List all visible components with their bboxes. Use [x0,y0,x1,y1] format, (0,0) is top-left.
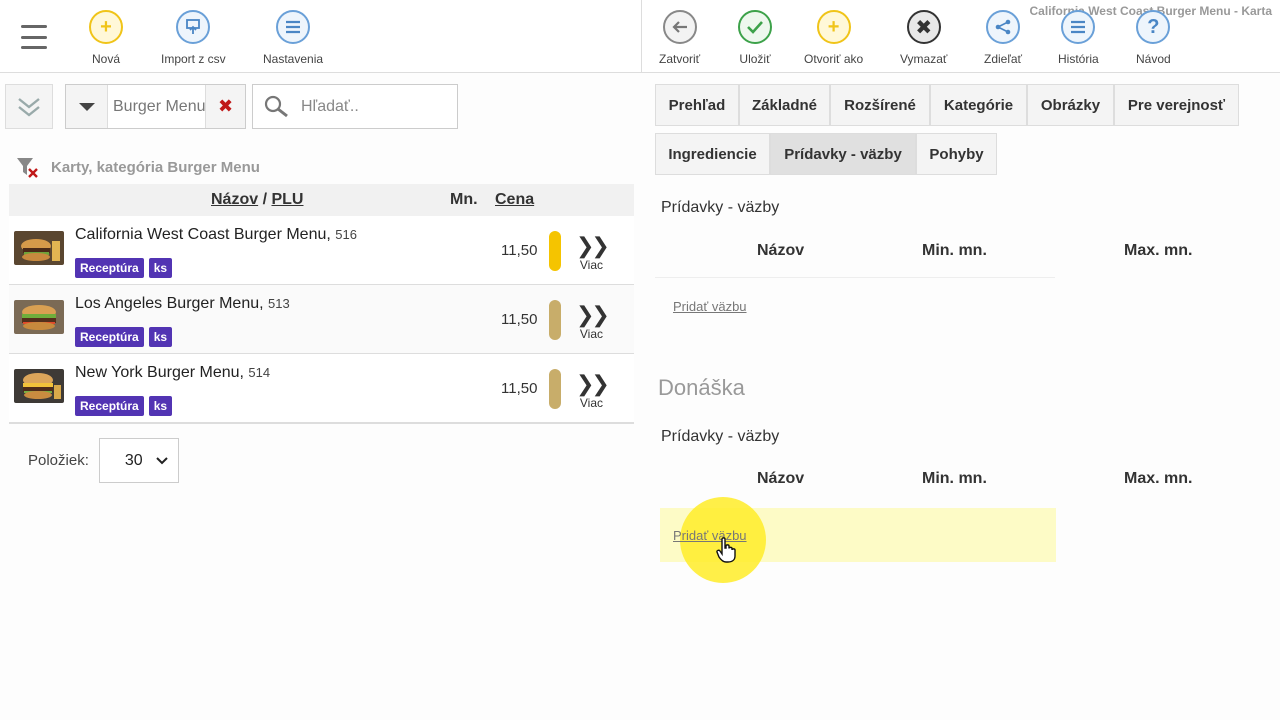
category-dropdown-toggle[interactable] [66,85,108,128]
recipe-badge: Receptúra [75,396,144,416]
tab-public[interactable]: Pre verejnosť [1114,84,1239,126]
delivery-addons-label: Prídavky - väzby [661,428,780,445]
history-list-icon [1061,10,1096,44]
save-button[interactable]: Uložiť [738,10,772,66]
left-toolbar: + Nová Import z csv Nastavenia [0,0,641,73]
list-divider [9,423,634,424]
hamburger-menu-icon[interactable] [16,22,52,52]
delivery-section-title: Donáška [658,375,745,400]
help-icon: ? [1136,10,1171,44]
delivery-addons-table-header: Názov Min. mn. Max. mn. [757,470,1193,487]
header-separator: / [262,191,268,208]
addons-table-header: Názov Min. mn. Max. mn. [757,242,1193,259]
more-button[interactable]: ❯❯ Viac [576,302,610,342]
new-button[interactable]: + Nová [89,10,123,66]
tab-addons-links[interactable]: Prídavky - väzby [770,133,916,175]
import-csv-button[interactable]: Import z csv [161,10,226,66]
list-header: Názov / PLU Mn. Cena [9,184,634,216]
item-name: New York Burger Menu, 514 [75,364,271,381]
import-icon [176,10,211,44]
more-button[interactable]: ❯❯ Viac [576,371,610,411]
clear-category-button[interactable]: ✖ [205,85,245,128]
burger-thumbnail [14,300,64,334]
item-color-bar [549,231,561,271]
category-value[interactable]: Burger Menu [108,85,205,128]
item-color-bar [549,300,561,340]
plus-icon: + [816,10,851,44]
plus-icon: + [89,10,123,44]
tab-overview[interactable]: Prehľad [655,84,739,126]
list-title-text: Karty, kategória Burger Menu [51,158,260,176]
page-size-select[interactable]: 30 [98,438,179,483]
burger-thumbnail [14,369,64,403]
caret-down-icon [78,102,95,111]
sort-by-price-link[interactable]: Cena [495,191,534,209]
page-size-control: Položiek: 30 [28,438,179,483]
settings-button[interactable]: Nastavenia [263,10,323,66]
item-plu: 516 [335,227,357,242]
item-plu: 513 [268,296,290,311]
hand-pointer-icon [716,537,736,568]
search-input[interactable] [301,97,451,116]
open-as-button[interactable]: + Otvoriť ako [804,10,863,66]
help-button[interactable]: ? Návod [1136,10,1171,66]
list-title: Karty, kategória Burger Menu [13,155,260,179]
tab-basic[interactable]: Základné [739,84,830,126]
unit-badge: ks [148,258,173,278]
history-button[interactable]: História [1058,10,1099,66]
check-icon [738,10,772,44]
more-button[interactable]: ❯❯ Viac [576,233,610,273]
item-tags: Receptúra ks [75,396,173,416]
settings-list-icon [276,10,311,44]
tab-categories[interactable]: Kategórie [930,84,1027,126]
tab-ingredients[interactable]: Ingrediencie [655,133,770,175]
right-toolbar: California West Coast Burger Menu - Kart… [641,0,1280,73]
item-name: California West Coast Burger Menu, 516 [75,226,357,243]
name-plu-header: Názov / PLU [211,191,303,209]
add-link-button[interactable]: Pridať väzbu [673,299,747,314]
sort-by-name-link[interactable]: Názov [211,191,258,208]
search-box [252,84,458,129]
filter-remove-icon [13,155,41,179]
burger-thumbnail [14,231,64,265]
item-tags: Receptúra ks [75,258,173,278]
double-chevron-right-icon: ❯❯ [576,302,610,327]
share-icon [986,10,1020,44]
search-icon [253,95,301,119]
unit-badge: ks [148,396,173,416]
unit-badge: ks [148,327,173,347]
collapse-filters-button[interactable] [5,84,53,129]
tab-movements[interactable]: Pohyby [916,133,997,175]
category-filter: Burger Menu ✖ [65,84,246,129]
back-arrow-icon [662,10,697,44]
double-chevron-right-icon: ❯❯ [576,371,610,396]
sort-by-plu-link[interactable]: PLU [271,191,303,208]
recipe-badge: Receptúra [75,258,144,278]
close-button[interactable]: Zatvoriť [659,10,700,66]
item-price: 11,50 [501,380,538,397]
red-x-icon: ✖ [217,96,234,116]
delete-x-icon: ✖ [906,10,941,44]
divider [655,277,1055,278]
item-price: 11,50 [501,311,538,328]
double-chevron-down-icon [18,97,40,117]
item-name: Los Angeles Burger Menu, 513 [75,295,290,312]
addons-section-label: Prídavky - väzby [661,199,780,216]
chevron-down-icon [156,456,168,464]
list-item[interactable]: New York Burger Menu, 514 Receptúra ks 1… [9,354,634,423]
double-chevron-right-icon: ❯❯ [576,233,610,258]
share-button[interactable]: Zdieľať [984,10,1022,66]
item-tags: Receptúra ks [75,327,173,347]
delete-button[interactable]: ✖ Vymazať [900,10,947,66]
item-plu: 514 [248,365,271,380]
recipe-badge: Receptúra [75,327,144,347]
item-price: 11,50 [501,242,538,259]
page-size-label: Položiek: [28,452,89,469]
list-item[interactable]: California West Coast Burger Menu, 516 R… [9,216,634,285]
item-color-bar [549,369,561,409]
tab-extended[interactable]: Rozšírené [830,84,930,126]
list-item[interactable]: Los Angeles Burger Menu, 513 Receptúra k… [9,285,634,354]
qty-header: Mn. [450,191,478,208]
tab-images[interactable]: Obrázky [1027,84,1114,126]
